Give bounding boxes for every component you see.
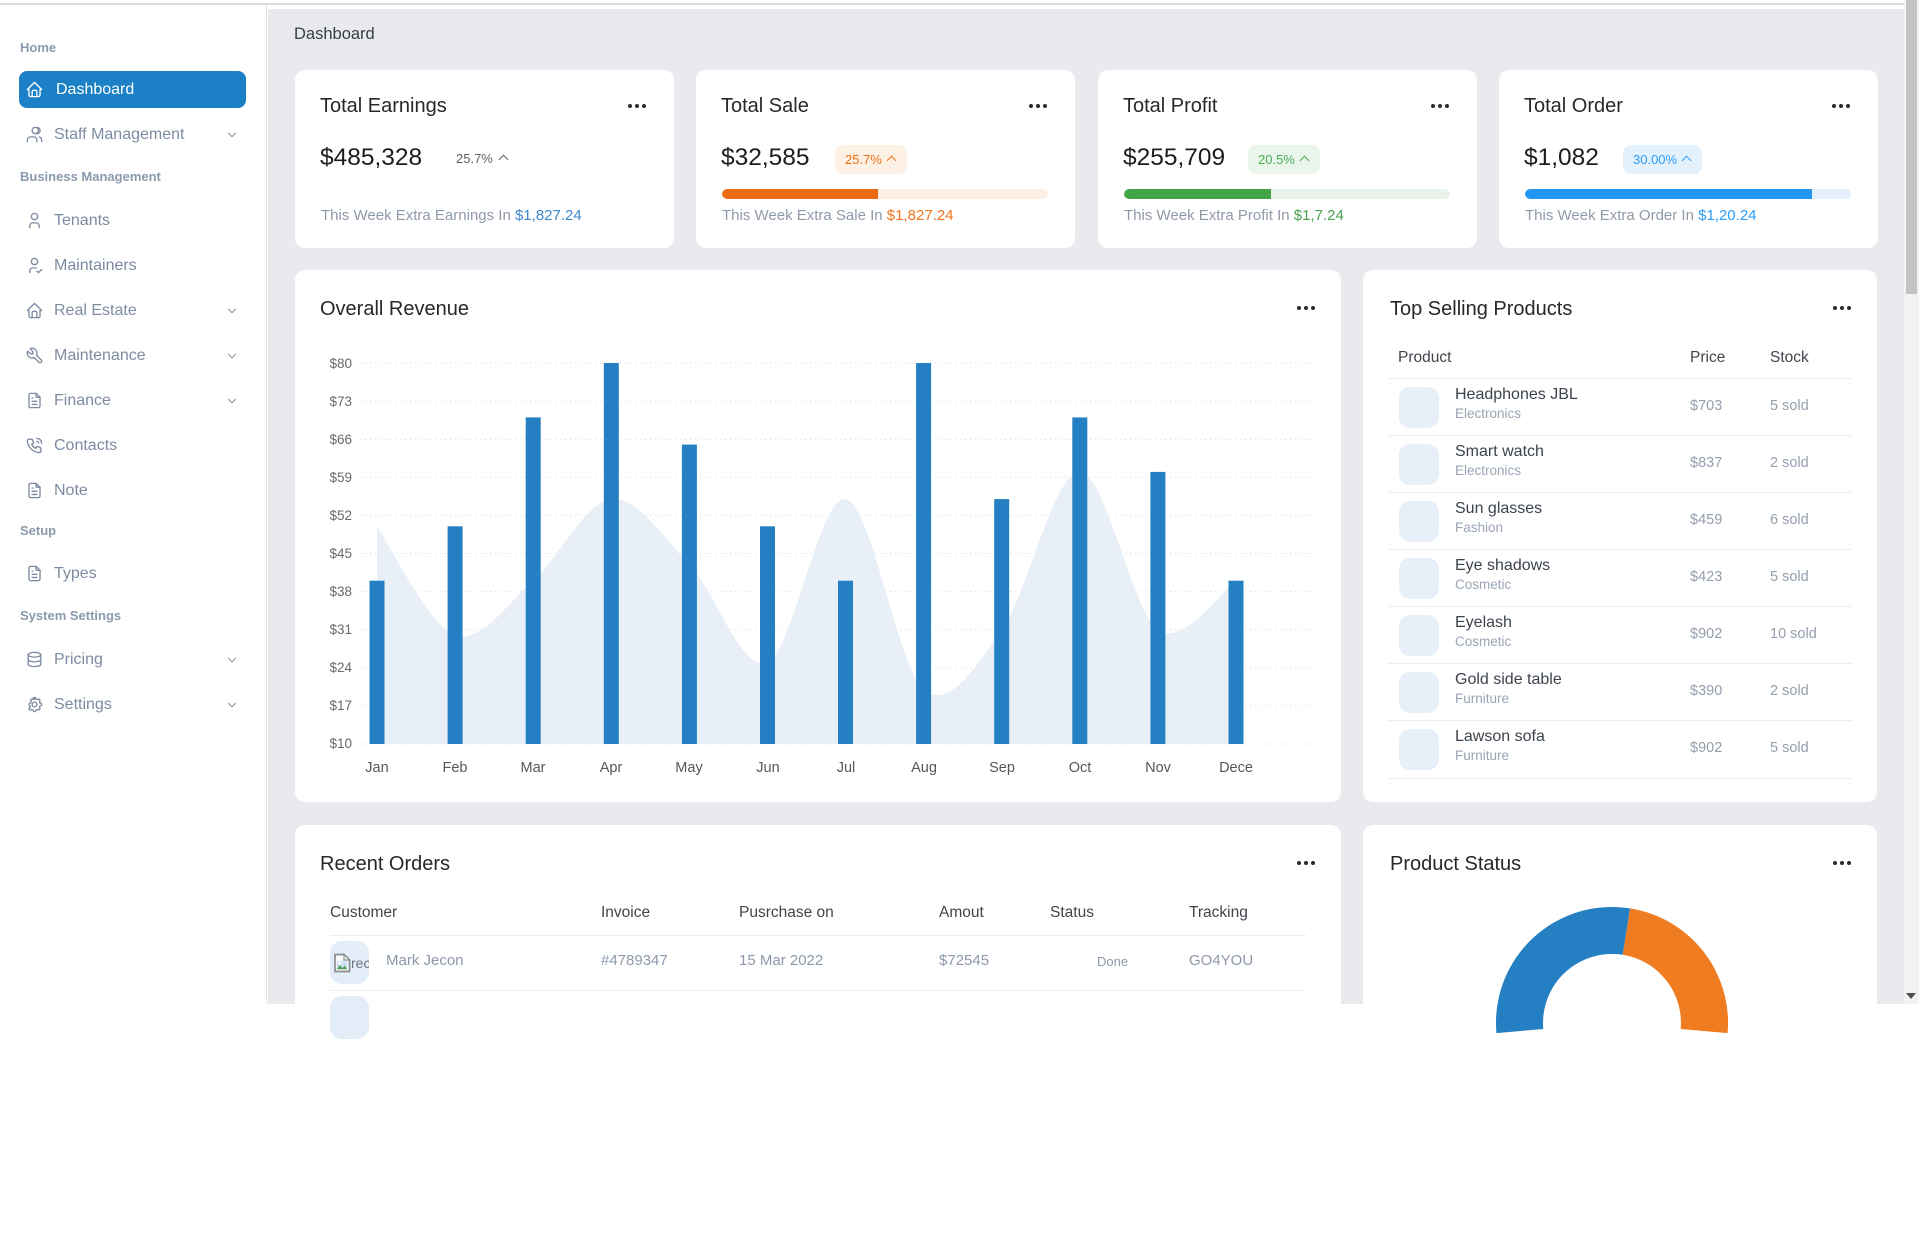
svg-text:Jan: Jan: [365, 760, 388, 776]
svg-text:Jul: Jul: [837, 760, 856, 776]
svg-text:$24: $24: [329, 660, 352, 675]
svg-text:Aug: Aug: [911, 760, 937, 776]
svg-text:Jun: Jun: [756, 760, 779, 776]
svg-text:Sep: Sep: [989, 760, 1015, 776]
svg-text:$59: $59: [329, 470, 352, 485]
svg-text:Mar: Mar: [521, 760, 546, 776]
svg-text:May: May: [675, 760, 703, 776]
svg-text:Apr: Apr: [600, 760, 623, 776]
svg-text:$31: $31: [329, 622, 352, 637]
svg-text:Feb: Feb: [443, 760, 468, 776]
svg-text:$80: $80: [329, 356, 352, 371]
svg-text:Nov: Nov: [1145, 760, 1172, 776]
svg-text:$66: $66: [329, 432, 352, 447]
svg-text:Oct: Oct: [1069, 760, 1092, 776]
svg-text:$38: $38: [329, 584, 352, 599]
svg-text:$45: $45: [329, 546, 352, 561]
svg-text:$17: $17: [329, 698, 352, 713]
svg-text:$73: $73: [329, 394, 352, 409]
svg-text:Dece: Dece: [1219, 760, 1253, 776]
svg-text:$10: $10: [329, 736, 352, 751]
svg-text:$52: $52: [329, 508, 352, 523]
